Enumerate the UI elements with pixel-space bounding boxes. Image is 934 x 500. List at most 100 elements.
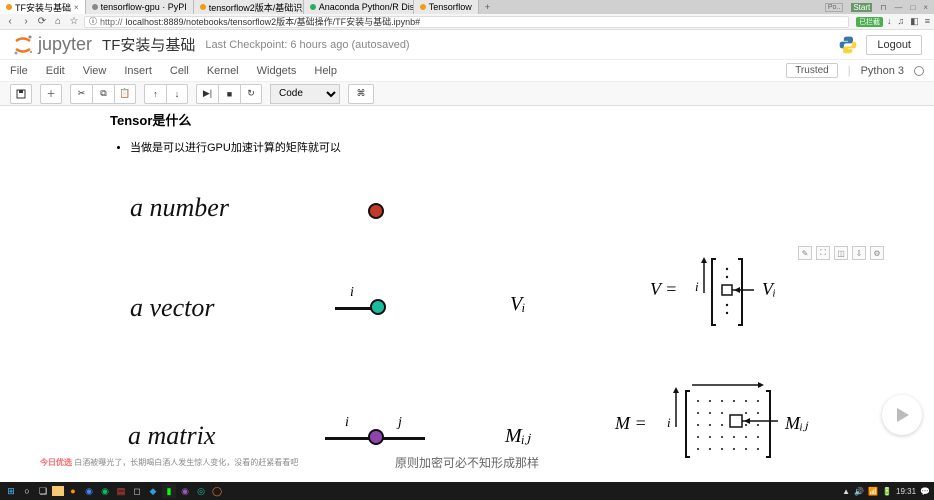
number-dot [368, 203, 384, 219]
label-number: a number [130, 193, 229, 223]
cell-expand-icon[interactable]: ⛶ [816, 246, 830, 260]
forward-icon[interactable]: › [20, 16, 32, 27]
tray-icon[interactable]: 📶 [868, 487, 878, 496]
notifications-icon[interactable]: 💬 [920, 487, 930, 496]
firefox-icon[interactable]: ● [66, 484, 80, 498]
tab-label: Tensorflow [429, 2, 472, 12]
extension-icon[interactable]: ◧ [910, 16, 919, 27]
clock[interactable]: 19:31 [896, 487, 916, 496]
pin-icon[interactable]: Po.. [825, 3, 843, 12]
matrix-index-j: j [398, 415, 402, 431]
cell-type-select[interactable]: Code [270, 84, 340, 104]
app-icon[interactable]: ◉ [178, 484, 192, 498]
cell-zoom-icon[interactable]: ◫ [834, 246, 848, 260]
menu-view[interactable]: View [83, 65, 107, 77]
terminal-icon[interactable]: ▮ [162, 484, 176, 498]
paste-button[interactable]: 📋 [114, 84, 136, 104]
back-icon[interactable]: ‹ [4, 16, 16, 27]
tray-icon[interactable]: 🔊 [854, 487, 864, 496]
app-icon[interactable]: ▤ [114, 484, 128, 498]
app-icon[interactable]: ◆ [146, 484, 160, 498]
kernel-indicator[interactable] [914, 66, 924, 76]
cell-settings-icon[interactable]: ⚙ [870, 246, 884, 260]
jupyter-logo[interactable]: jupyter [12, 34, 92, 56]
browser-tab-active[interactable]: TF安装与基础 × [0, 0, 86, 14]
tab-favicon [92, 4, 98, 10]
toolbar: ＋ ✂ ⧉ 📋 ↑ ↓ ▶| ■ ↻ Code ⌘ [0, 82, 934, 106]
blocked-badge[interactable]: 已拦截 [856, 17, 883, 27]
add-cell-button[interactable]: ＋ [40, 84, 62, 104]
video-play-button[interactable] [882, 395, 922, 435]
browser-tab[interactable]: tensorflow-gpu · PyPI [86, 0, 194, 14]
task-view-icon[interactable]: ❏ [36, 484, 50, 498]
menu-icon[interactable]: ≡ [925, 16, 930, 27]
headphone-icon[interactable]: ♫ [897, 16, 904, 27]
subtitle-text: 原则加密可必不知形成那样 [395, 454, 539, 471]
copy-button[interactable]: ⧉ [92, 84, 114, 104]
menu-edit[interactable]: Edit [46, 65, 65, 77]
url-input[interactable]: ⓘ http://localhost:8889/notebooks/tensor… [84, 16, 849, 28]
start-menu-icon[interactable]: ⊞ [4, 484, 18, 498]
restart-button[interactable]: ↻ [240, 84, 262, 104]
menu-cell[interactable]: Cell [170, 65, 189, 77]
vector-formula: Vᵢ [510, 293, 525, 316]
menu-widgets[interactable]: Widgets [257, 65, 297, 77]
command-palette-button[interactable]: ⌘ [348, 84, 374, 104]
jupyter-icon [12, 34, 34, 56]
browser-tab[interactable]: Tensorflow [414, 0, 479, 14]
menu-help[interactable]: Help [314, 65, 337, 77]
taskbar: ⊞ ○ ❏ ● ◉ ◉ ▤ ◻ ◆ ▮ ◉ ◎ ◯ ▲ 🔊 📶 🔋 19:31 … [0, 482, 934, 500]
move-down-button[interactable]: ↓ [166, 84, 188, 104]
window-close-icon[interactable]: × [923, 3, 928, 12]
url-text: localhost:8889/notebooks/tensorflow2版本/基… [126, 15, 421, 28]
cell-download-icon[interactable]: ⇩ [852, 246, 866, 260]
label-vector: a vector [130, 293, 214, 323]
browser-address-bar: ‹ › ⟳ ⌂ ☆ ⓘ http://localhost:8889/notebo… [0, 14, 934, 30]
window-maximize-icon[interactable]: □ [910, 3, 915, 12]
app-icon[interactable]: ◻ [130, 484, 144, 498]
logout-button[interactable]: Logout [866, 35, 922, 55]
window-menu-icon[interactable]: ⊓ [880, 3, 886, 12]
matrix-formula: Mᵢⱼ [505, 423, 530, 448]
wechat-icon[interactable]: ◉ [98, 484, 112, 498]
move-up-button[interactable]: ↑ [144, 84, 166, 104]
menu-file[interactable]: File [10, 65, 28, 77]
notebook-name[interactable]: TF安装与基础 [102, 34, 195, 55]
vector-equation: V = i Vᵢ [650, 253, 850, 343]
menu-insert[interactable]: Insert [124, 65, 152, 77]
trusted-indicator[interactable]: Trusted [786, 63, 838, 78]
tab-favicon [6, 4, 12, 10]
explorer-icon[interactable] [52, 486, 64, 496]
window-minimize-icon[interactable]: — [894, 3, 902, 12]
reload-icon[interactable]: ⟳ [36, 16, 48, 27]
matrix-index-i: i [345, 415, 349, 431]
favorite-icon[interactable]: ☆ [68, 16, 80, 27]
tab-label: Anaconda Python/R Distribu [319, 2, 414, 12]
app-icon[interactable]: ◎ [194, 484, 208, 498]
bullet-text: 当做是可以进行GPU加速计算的矩阵就可以 [130, 139, 904, 155]
checkpoint-text: Last Checkpoint: 6 hours ago (autosaved) [205, 39, 409, 51]
run-button[interactable]: ▶| [196, 84, 218, 104]
tab-favicon [310, 4, 316, 10]
stop-button[interactable]: ■ [218, 84, 240, 104]
browser-tab[interactable]: Anaconda Python/R Distribu [304, 0, 414, 14]
matrix-dot [368, 429, 384, 445]
menu-kernel[interactable]: Kernel [207, 65, 239, 77]
search-icon[interactable]: ○ [20, 484, 34, 498]
start-label[interactable]: Start [851, 3, 872, 12]
chrome-icon[interactable]: ◉ [82, 484, 96, 498]
subtitle-bar: 今日优选 白酒被曝光了，长期喝白酒人发生惊人变化，没看的赶紧看看吧 原则加密可必… [0, 450, 934, 474]
new-tab-button[interactable]: + [479, 2, 496, 12]
cut-button[interactable]: ✂ [70, 84, 92, 104]
browser-tab[interactable]: tensorflow2版本/基础识别/m.. [194, 0, 304, 14]
cell-edit-icon[interactable]: ✎ [798, 246, 812, 260]
tray-icon[interactable]: 🔋 [882, 487, 892, 496]
vector-dot [370, 299, 386, 315]
save-button[interactable] [10, 84, 32, 104]
close-icon[interactable]: × [74, 3, 79, 12]
app-icon[interactable]: ◯ [210, 484, 224, 498]
download-icon[interactable]: ↓ [887, 16, 892, 27]
kernel-name[interactable]: Python 3 [861, 65, 904, 77]
home-icon[interactable]: ⌂ [52, 16, 64, 27]
tray-icon[interactable]: ▲ [842, 487, 850, 496]
